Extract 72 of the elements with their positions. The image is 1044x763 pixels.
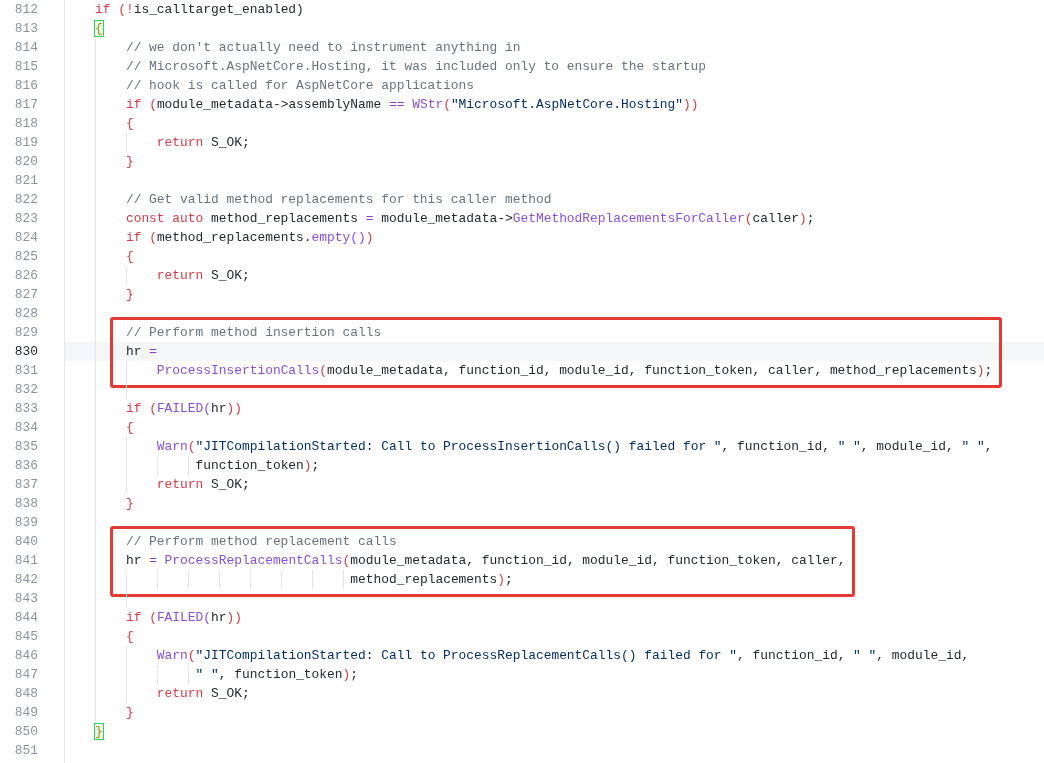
line-number: 833 [13,400,39,418]
line-number: 844 [13,609,39,627]
line-number: 850 [13,723,39,741]
line-number: 847 [13,666,39,684]
line-number: 823 [13,210,39,228]
line-number: 838 [13,495,39,513]
code-line: { [125,419,134,437]
code-line: if (method_replacements.empty()) [125,229,374,247]
code-line: Warn("JITCompilationStarted: Call to ProcessInsertionCalls() failed for ", function_id, " ", module_id, " ", [156,438,993,456]
line-number: 827 [13,286,39,304]
code-line: hr = ProcessReplacementCalls(module_metadata, function_id, module_id, function_token, caller, [125,552,846,570]
line-number: 831 [13,362,39,380]
line-number: 813 [13,20,39,38]
line-number: 818 [13,115,39,133]
line-number: 829 [13,324,39,342]
code-line: hr = [125,343,157,361]
code-line: { [125,248,134,266]
code-line: " ", function_token); [195,666,359,684]
line-number: 834 [13,419,39,437]
code-line: method_replacements); [350,571,513,589]
line-number: 820 [13,153,39,171]
code-line: // Perform method insertion calls [125,324,382,342]
code-line: { [125,628,134,646]
code-line: return S_OK; [156,685,250,703]
code-line: return S_OK; [156,134,250,152]
code-line: } [125,704,134,722]
code-line: // Microsoft.AspNetCore.Hosting, it was included only to ensure the startup [125,58,707,76]
line-number: 848 [13,685,39,703]
line-number: 816 [13,77,39,95]
code-line: function_token); [195,457,320,475]
code-line: if (!is_calltarget_enabled) [94,1,304,19]
code-line: if (FAILED(hr)) [125,400,242,418]
code-line: { [125,115,134,133]
code-line: } [125,495,134,513]
line-number: 815 [13,58,39,76]
code-line: ProcessInsertionCalls(module_metadata, function_id, module_id, function_token, caller, method_replacements); [156,362,993,380]
line-number: 843 [13,590,39,608]
code-line: if (module_metadata->assemblyName == WStr("Microsoft.AspNetCore.Hosting")) [125,96,699,114]
line-number: 836 [13,457,39,475]
code-line: // hook is called for AspNetCore applications [125,77,474,95]
line-number: 851 [13,742,39,760]
line-number: 842 [13,571,39,589]
line-number: 841 [13,552,39,570]
code-line: // Get valid method replacements for this caller method [125,191,552,209]
line-number: 840 [13,533,39,551]
code-line: Warn("JITCompilationStarted: Call to ProcessReplacementCalls() failed for ", function_id, " ", module_id, [156,647,970,665]
line-number: 826 [13,267,39,285]
line-number: 837 [13,476,39,494]
code-line: } [125,286,134,304]
line-number: 845 [13,628,39,646]
line-number: 825 [13,248,39,266]
code-line: if (FAILED(hr)) [125,609,242,627]
line-number: 822 [13,191,39,209]
line-number: 817 [13,96,39,114]
line-number: 830 [13,343,39,361]
line-number: 814 [13,39,39,57]
code-line: return S_OK; [156,476,250,494]
code-line: const auto method_replacements = module_metadata->GetMethodReplacementsForCaller(caller); [125,210,815,228]
line-number: 821 [13,172,39,190]
line-number: 849 [13,704,39,722]
line-number: 824 [13,229,39,247]
line-number: 839 [13,514,39,532]
code-line: // Perform method replacement calls [125,533,397,551]
line-number: 846 [13,647,39,665]
code-line: } [125,153,134,171]
code-line: // we don't actually need to instrument anything in [125,39,521,57]
line-number: 819 [13,134,39,152]
line-number: 828 [13,305,39,323]
code-line: return S_OK; [156,267,250,285]
line-number: 835 [13,438,39,456]
line-number: 832 [13,381,39,399]
line-number: 812 [13,1,39,19]
